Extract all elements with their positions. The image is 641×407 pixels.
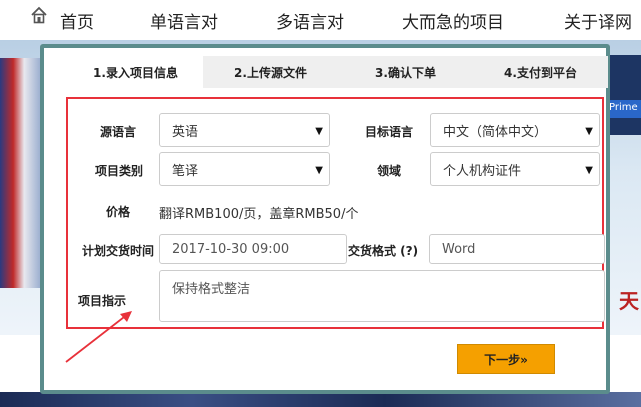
project-type-select[interactable]: 笔译 ▼: [159, 152, 330, 186]
bottom-banner-strip: [0, 392, 641, 407]
target-language-value: 中文（简体中文）: [443, 124, 548, 140]
dropdown-arrow-icon: ▼: [585, 126, 593, 137]
home-icon[interactable]: [30, 6, 48, 24]
banner-logo: Prime: [607, 100, 641, 118]
domain-select[interactable]: 个人机构证件 ▼: [430, 152, 600, 186]
tab-enter-project-info[interactable]: 1.录入项目信息: [68, 56, 203, 88]
banner-right-image: [607, 55, 641, 135]
tab-upload-source[interactable]: 2.上传源文件: [203, 56, 338, 88]
tab-pay-platform[interactable]: 4.支付到平台: [473, 56, 608, 88]
banner-left-image: [0, 58, 44, 288]
dropdown-arrow-icon: ▼: [315, 165, 323, 176]
nav-urgent-projects[interactable]: 大而急的项目: [402, 8, 504, 33]
delivery-time-value: 2017-10-30 09:00: [172, 241, 290, 257]
next-step-button[interactable]: 下一步»: [457, 344, 555, 374]
source-language-select[interactable]: 英语 ▼: [159, 113, 330, 147]
instructions-textarea[interactable]: 保持格式整洁: [159, 270, 605, 322]
dropdown-arrow-icon: ▼: [315, 126, 323, 137]
dropdown-arrow-icon: ▼: [585, 165, 593, 176]
target-language-select[interactable]: 中文（简体中文） ▼: [430, 113, 600, 147]
delivery-format-label: 交货格式 (?): [348, 244, 419, 258]
domain-label: 领域: [377, 164, 402, 178]
banner-corner-char: 天: [619, 289, 639, 313]
source-language-value: 英语: [172, 124, 199, 140]
delivery-format-input[interactable]: Word: [429, 234, 605, 264]
annotation-arrow-icon: [65, 311, 132, 363]
source-language-label: 源语言: [100, 125, 137, 139]
delivery-time-input[interactable]: 2017-10-30 09:00: [159, 234, 347, 264]
instructions-value: 保持格式整洁: [172, 282, 251, 297]
price-value: 翻译RMB100/页，盖章RMB50/个: [159, 207, 359, 222]
delivery-format-value: Word: [442, 241, 476, 257]
nav-about[interactable]: 关于译网: [564, 8, 632, 33]
target-language-label: 目标语言: [365, 125, 414, 139]
nav-multi-language-pair[interactable]: 多语言对: [276, 8, 344, 33]
nav-home[interactable]: 首页: [60, 8, 94, 33]
nav-single-language-pair[interactable]: 单语言对: [150, 8, 218, 33]
step-tabs: 1.录入项目信息 2.上传源文件 3.确认下单 4.支付到平台: [68, 56, 608, 88]
project-type-value: 笔译: [172, 163, 199, 179]
top-nav: 首页 单语言对 多语言对 大而急的项目 关于译网: [0, 0, 641, 40]
domain-value: 个人机构证件: [443, 163, 522, 179]
project-type-label: 项目类别: [95, 164, 144, 178]
price-label: 价格: [106, 205, 131, 219]
delivery-time-label: 计划交货时间: [82, 244, 155, 258]
tab-confirm-order[interactable]: 3.确认下单: [338, 56, 473, 88]
